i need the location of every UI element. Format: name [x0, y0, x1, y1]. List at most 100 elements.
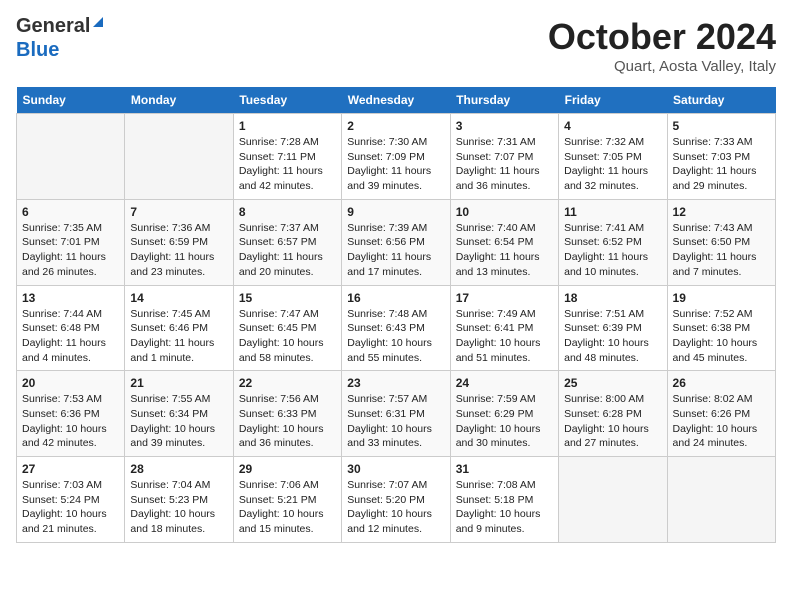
calendar-cell: 18 Sunrise: 7:51 AMSunset: 6:39 PMDayligh… [559, 285, 667, 371]
day-number: 25 [564, 376, 661, 390]
calendar-cell: 14 Sunrise: 7:45 AMSunset: 6:46 PMDayligh… [125, 285, 233, 371]
days-header-row: SundayMondayTuesdayWednesdayThursdayFrid… [17, 87, 776, 114]
week-row-3: 13Sunrise: 7:44 AMSunset: 6:48 PMDayligh… [17, 285, 776, 371]
week-row-4: 20 Sunrise: 7:53 AMSunset: 6:36 PMDayligh… [17, 371, 776, 457]
calendar-cell: 26Sunrise: 8:02 AMSunset: 6:26 PMDayligh… [667, 371, 775, 457]
calendar-cell: 3 Sunrise: 7:31 AMSunset: 7:07 PMDaylight… [450, 114, 558, 200]
cell-details: Sunrise: 7:53 AMSunset: 6:36 PMDaylight:… [22, 392, 119, 451]
week-row-2: 6 Sunrise: 7:35 AMSunset: 7:01 PMDaylight… [17, 199, 776, 285]
day-number: 9 [347, 205, 444, 219]
cell-details: Sunrise: 7:08 AMSunset: 5:18 PMDaylight:… [456, 478, 553, 537]
logo-blue-wordmark: Blue [16, 40, 59, 60]
calendar-cell: 13Sunrise: 7:44 AMSunset: 6:48 PMDayligh… [17, 285, 125, 371]
title-block: October 2024 Quart, Aosta Valley, Italy [548, 16, 776, 75]
calendar-cell: 21 Sunrise: 7:55 AMSunset: 6:34 PMDayligh… [125, 371, 233, 457]
day-number: 7 [130, 205, 227, 219]
calendar-table: SundayMondayTuesdayWednesdayThursdayFrid… [16, 87, 776, 543]
cell-details: Sunrise: 7:32 AMSunset: 7:05 PMDaylight:… [564, 135, 661, 194]
day-number: 2 [347, 119, 444, 133]
cell-details: Sunrise: 7:35 AMSunset: 7:01 PMDaylight:… [22, 221, 119, 280]
week-row-1: 1 Sunrise: 7:28 AMSunset: 7:11 PMDaylight… [17, 114, 776, 200]
calendar-cell [125, 114, 233, 200]
calendar-cell: 24 Sunrise: 7:59 AMSunset: 6:29 PMDayligh… [450, 371, 558, 457]
calendar-cell: 2Sunrise: 7:30 AMSunset: 7:09 PMDaylight… [342, 114, 450, 200]
cell-details: Sunrise: 7:04 AMSunset: 5:23 PMDaylight:… [130, 478, 227, 537]
calendar-cell: 25Sunrise: 8:00 AMSunset: 6:28 PMDayligh… [559, 371, 667, 457]
calendar-cell: 31 Sunrise: 7:08 AMSunset: 5:18 PMDayligh… [450, 457, 558, 543]
calendar-cell: 11Sunrise: 7:41 AMSunset: 6:52 PMDayligh… [559, 199, 667, 285]
day-number: 11 [564, 205, 661, 219]
day-number: 4 [564, 119, 661, 133]
calendar-cell: 17 Sunrise: 7:49 AMSunset: 6:41 PMDayligh… [450, 285, 558, 371]
day-number: 27 [22, 462, 119, 476]
calendar-cell: 9 Sunrise: 7:39 AMSunset: 6:56 PMDaylight… [342, 199, 450, 285]
calendar-cell: 19 Sunrise: 7:52 AMSunset: 6:38 PMDayligh… [667, 285, 775, 371]
cell-details: Sunrise: 7:36 AMSunset: 6:59 PMDaylight:… [130, 221, 227, 280]
calendar-cell: 5Sunrise: 7:33 AMSunset: 7:03 PMDaylight… [667, 114, 775, 200]
cell-details: Sunrise: 7:07 AMSunset: 5:20 PMDaylight:… [347, 478, 444, 537]
cell-details: Sunrise: 7:59 AMSunset: 6:29 PMDaylight:… [456, 392, 553, 451]
calendar-cell: 27 Sunrise: 7:03 AMSunset: 5:24 PMDayligh… [17, 457, 125, 543]
calendar-cell: 7 Sunrise: 7:36 AMSunset: 6:59 PMDaylight… [125, 199, 233, 285]
day-number: 20 [22, 376, 119, 390]
calendar-cell: 28 Sunrise: 7:04 AMSunset: 5:23 PMDayligh… [125, 457, 233, 543]
day-header-monday: Monday [125, 87, 233, 114]
day-number: 21 [130, 376, 227, 390]
day-header-wednesday: Wednesday [342, 87, 450, 114]
day-number: 19 [673, 291, 770, 305]
calendar-cell: 4 Sunrise: 7:32 AMSunset: 7:05 PMDaylight… [559, 114, 667, 200]
day-number: 18 [564, 291, 661, 305]
logo-wordmark: General [16, 16, 103, 36]
day-number: 23 [347, 376, 444, 390]
calendar-cell: 8 Sunrise: 7:37 AMSunset: 6:57 PMDaylight… [233, 199, 341, 285]
day-number: 31 [456, 462, 553, 476]
logo-general-text: General [16, 16, 90, 36]
calendar-cell [559, 457, 667, 543]
cell-details: Sunrise: 7:33 AMSunset: 7:03 PMDaylight:… [673, 135, 770, 194]
logo-blue-text: Blue [16, 40, 59, 60]
cell-details: Sunrise: 7:57 AMSunset: 6:31 PMDaylight:… [347, 392, 444, 451]
day-header-tuesday: Tuesday [233, 87, 341, 114]
calendar-cell: 30 Sunrise: 7:07 AMSunset: 5:20 PMDayligh… [342, 457, 450, 543]
calendar-cell: 6 Sunrise: 7:35 AMSunset: 7:01 PMDaylight… [17, 199, 125, 285]
cell-details: Sunrise: 7:03 AMSunset: 5:24 PMDaylight:… [22, 478, 119, 537]
cell-details: Sunrise: 7:52 AMSunset: 6:38 PMDaylight:… [673, 307, 770, 366]
month-title: October 2024 [548, 16, 776, 58]
day-number: 22 [239, 376, 336, 390]
cell-details: Sunrise: 7:56 AMSunset: 6:33 PMDaylight:… [239, 392, 336, 451]
day-number: 8 [239, 205, 336, 219]
cell-details: Sunrise: 7:44 AMSunset: 6:48 PMDaylight:… [22, 307, 119, 366]
day-number: 3 [456, 119, 553, 133]
cell-details: Sunrise: 7:55 AMSunset: 6:34 PMDaylight:… [130, 392, 227, 451]
day-number: 1 [239, 119, 336, 133]
location: Quart, Aosta Valley, Italy [548, 58, 776, 75]
cell-details: Sunrise: 7:45 AMSunset: 6:46 PMDaylight:… [130, 307, 227, 366]
day-number: 28 [130, 462, 227, 476]
calendar-cell: 23 Sunrise: 7:57 AMSunset: 6:31 PMDayligh… [342, 371, 450, 457]
cell-details: Sunrise: 7:49 AMSunset: 6:41 PMDaylight:… [456, 307, 553, 366]
cell-details: Sunrise: 7:31 AMSunset: 7:07 PMDaylight:… [456, 135, 553, 194]
cell-details: Sunrise: 7:51 AMSunset: 6:39 PMDaylight:… [564, 307, 661, 366]
cell-details: Sunrise: 7:43 AMSunset: 6:50 PMDaylight:… [673, 221, 770, 280]
calendar-cell: 20 Sunrise: 7:53 AMSunset: 6:36 PMDayligh… [17, 371, 125, 457]
day-header-saturday: Saturday [667, 87, 775, 114]
calendar-cell: 16Sunrise: 7:48 AMSunset: 6:43 PMDayligh… [342, 285, 450, 371]
day-number: 17 [456, 291, 553, 305]
day-header-friday: Friday [559, 87, 667, 114]
calendar-cell: 1 Sunrise: 7:28 AMSunset: 7:11 PMDaylight… [233, 114, 341, 200]
page-header: General Blue October 2024 Quart, Aosta V… [16, 16, 776, 75]
cell-details: Sunrise: 7:28 AMSunset: 7:11 PMDaylight:… [239, 135, 336, 194]
cell-details: Sunrise: 7:37 AMSunset: 6:57 PMDaylight:… [239, 221, 336, 280]
calendar-cell: 15Sunrise: 7:47 AMSunset: 6:45 PMDayligh… [233, 285, 341, 371]
cell-details: Sunrise: 7:06 AMSunset: 5:21 PMDaylight:… [239, 478, 336, 537]
logo-arrow-icon [93, 17, 103, 27]
day-number: 30 [347, 462, 444, 476]
cell-details: Sunrise: 7:39 AMSunset: 6:56 PMDaylight:… [347, 221, 444, 280]
day-number: 14 [130, 291, 227, 305]
day-number: 15 [239, 291, 336, 305]
calendar-cell: 22 Sunrise: 7:56 AMSunset: 6:33 PMDayligh… [233, 371, 341, 457]
day-number: 10 [456, 205, 553, 219]
day-number: 24 [456, 376, 553, 390]
day-number: 6 [22, 205, 119, 219]
cell-details: Sunrise: 7:48 AMSunset: 6:43 PMDaylight:… [347, 307, 444, 366]
